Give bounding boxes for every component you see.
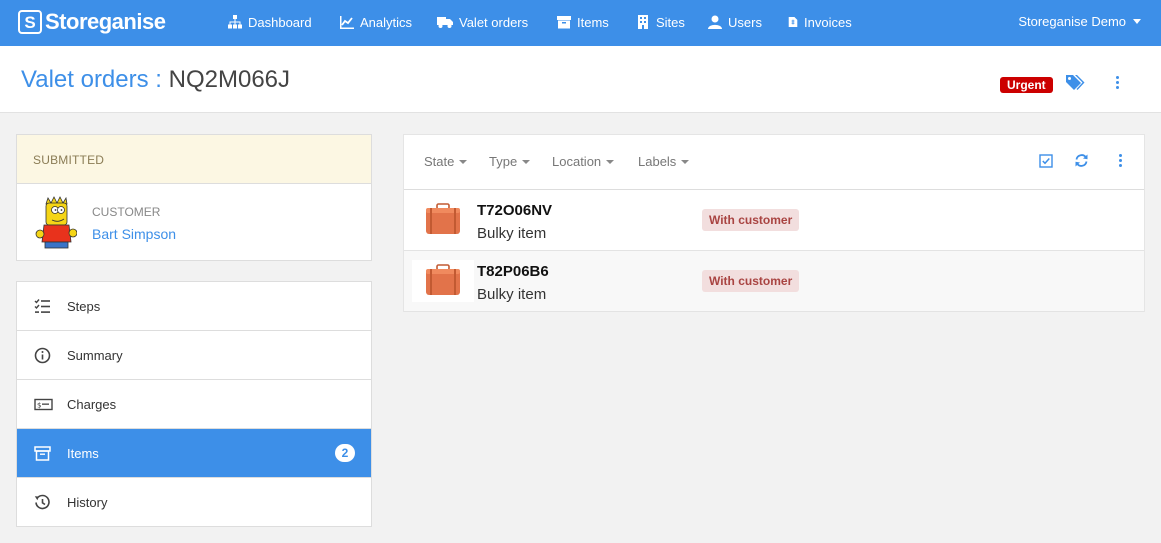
brand-logo: S <box>18 10 42 34</box>
menu-item-charges[interactable]: $ Charges <box>17 380 371 429</box>
nav-dashboard[interactable]: Dashboard <box>228 14 312 30</box>
order-section-menu: Steps Summary $ Charges Items 2 History <box>16 281 372 527</box>
menu-item-label: History <box>67 495 108 510</box>
tags-icon[interactable] <box>1065 74 1085 92</box>
history-icon <box>34 494 50 510</box>
brand-name: Storeganise <box>45 9 166 34</box>
nav-valet-orders[interactable]: Valet orders <box>437 14 528 30</box>
menu-item-label: Charges <box>67 397 117 412</box>
customer-panel: CUSTOMER Bart Simpson <box>16 183 372 261</box>
items-panel: State Type Location Labels T72O06NV Bulk… <box>403 134 1145 312</box>
building-icon <box>638 15 648 29</box>
chevron-down-icon <box>681 159 690 164</box>
nav-invoices[interactable]: Invoices <box>788 14 852 30</box>
brand[interactable]: S Storeganise <box>18 9 166 35</box>
item-thumbnail <box>412 199 474 241</box>
select-all-checkbox-icon[interactable] <box>1039 154 1053 168</box>
truck-icon <box>437 17 453 28</box>
menu-item-steps[interactable]: Steps <box>17 282 371 331</box>
item-state-badge: With customer <box>702 209 800 231</box>
menu-item-label: Steps <box>67 299 101 314</box>
chevron-down-icon <box>1133 19 1141 24</box>
menu-item-summary[interactable]: Summary <box>17 331 371 380</box>
refresh-icon[interactable] <box>1074 153 1089 168</box>
account-name: Storeganise Demo <box>1018 14 1126 29</box>
account-menu[interactable]: Storeganise Demo <box>1018 14 1141 29</box>
menu-item-history[interactable]: History <box>17 478 371 526</box>
avatar <box>35 196 77 249</box>
title-separator: : <box>155 66 162 93</box>
suitcase-icon <box>426 203 460 234</box>
item-type: Bulky item <box>477 225 547 242</box>
nav-label: Valet orders <box>459 14 529 30</box>
box-icon <box>557 16 571 29</box>
item-state-badge: With customer <box>702 270 800 292</box>
filter-state[interactable]: State <box>424 154 468 169</box>
order-status-panel: SUBMITTED <box>16 134 372 183</box>
filter-type[interactable]: Type <box>489 154 531 169</box>
breadcrumb-valet-orders[interactable]: Valet orders <box>21 66 149 93</box>
nav-items[interactable]: Items <box>557 14 609 30</box>
svg-text:$: $ <box>37 402 41 410</box>
nav-label: Users <box>728 14 762 30</box>
nav-label: Dashboard <box>248 14 312 30</box>
chart-icon <box>340 16 354 29</box>
items-count-badge: 2 <box>335 444 355 462</box>
top-navbar: S Storeganise Dashboard Analytics Valet … <box>0 0 1161 46</box>
money-icon: $ <box>34 398 53 411</box>
filter-label: Labels <box>638 154 677 169</box>
customer-name-link[interactable]: Bart Simpson <box>92 226 176 242</box>
items-more-menu[interactable] <box>1117 154 1123 170</box>
item-code: T82P06B6 <box>477 263 549 280</box>
order-more-menu[interactable] <box>1114 76 1120 92</box>
item-code: T72O06NV <box>477 202 553 219</box>
info-icon <box>34 347 51 364</box>
page-title: Valet orders : NQ2M066J <box>21 66 290 94</box>
chevron-down-icon <box>459 159 468 164</box>
filter-label: State <box>424 154 455 169</box>
nav-label: Invoices <box>804 14 852 30</box>
item-row[interactable]: T72O06NV Bulky item With customer <box>404 190 1144 251</box>
menu-item-label: Summary <box>67 348 123 363</box>
nav-analytics[interactable]: Analytics <box>340 14 412 30</box>
invoice-icon <box>788 17 798 27</box>
menu-item-label: Items <box>67 446 99 461</box>
page-header: Valet orders : NQ2M066J Urgent <box>0 46 1161 113</box>
nav-users[interactable]: Users <box>708 14 762 30</box>
filter-labels[interactable]: Labels <box>638 154 690 169</box>
nav-label: Analytics <box>360 14 413 30</box>
item-row[interactable]: T82P06B6 Bulky item With customer <box>404 251 1144 312</box>
archive-icon <box>34 446 51 461</box>
urgent-badge: Urgent <box>1000 77 1053 93</box>
item-thumbnail <box>412 260 474 302</box>
order-status: SUBMITTED <box>33 153 105 167</box>
suitcase-icon <box>426 264 460 295</box>
nav-label: Items <box>577 14 609 30</box>
customer-label: CUSTOMER <box>92 205 161 219</box>
nav-sites[interactable]: Sites <box>636 14 685 30</box>
filter-location[interactable]: Location <box>552 154 615 169</box>
nav-label: Sites <box>656 14 685 30</box>
menu-item-items[interactable]: Items 2 <box>17 429 371 478</box>
checklist-icon <box>34 299 50 313</box>
chevron-down-icon <box>606 159 615 164</box>
chevron-down-icon <box>522 159 531 164</box>
filter-bar: State Type Location Labels <box>404 135 1144 190</box>
order-id: NQ2M066J <box>168 66 291 93</box>
user-icon <box>708 15 722 29</box>
sitemap-icon <box>228 15 242 29</box>
filter-label: Location <box>552 154 602 169</box>
filter-label: Type <box>489 154 518 169</box>
item-type: Bulky item <box>477 286 547 303</box>
